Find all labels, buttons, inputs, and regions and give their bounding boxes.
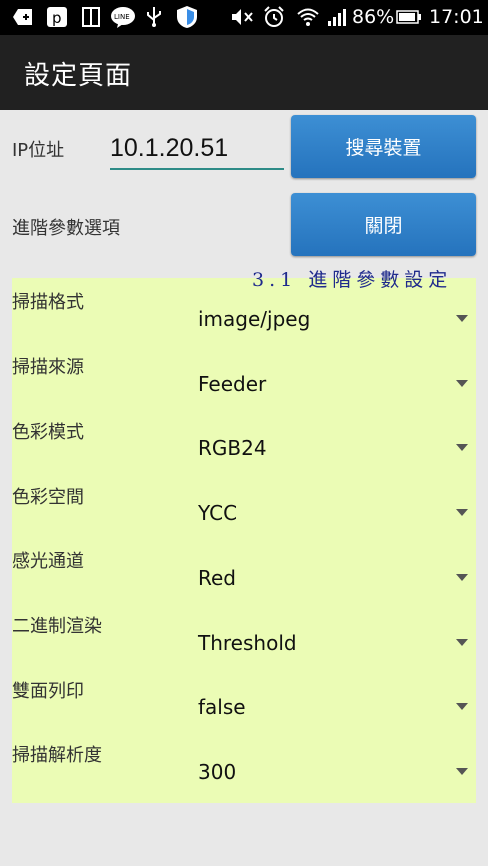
scan-source-select[interactable]: Feeder bbox=[198, 364, 476, 404]
select-value: Threshold bbox=[198, 631, 297, 655]
sensor-channel-select[interactable]: Red bbox=[198, 558, 476, 598]
select-value: Feeder bbox=[198, 372, 267, 396]
scan-format-select[interactable]: image/jpeg bbox=[198, 299, 476, 339]
battery-percent: 86% bbox=[352, 6, 395, 28]
add-icon bbox=[12, 6, 34, 28]
dropdown-arrow-icon bbox=[456, 444, 468, 451]
setting-label: 色彩空間 bbox=[12, 487, 84, 508]
setting-label: 掃描解析度 bbox=[12, 745, 102, 766]
setting-label: 雙面列印 bbox=[12, 681, 84, 702]
svg-text:p: p bbox=[52, 9, 62, 27]
shield-icon bbox=[175, 6, 199, 28]
status-bar: p LINE 86% 17:01 bbox=[0, 0, 488, 35]
tablet-icon bbox=[80, 6, 102, 28]
select-value: image/jpeg bbox=[198, 307, 311, 331]
dropdown-arrow-icon bbox=[456, 315, 468, 322]
setting-label: 感光通道 bbox=[12, 551, 84, 572]
select-value: 300 bbox=[198, 760, 237, 784]
duplex-select[interactable]: false bbox=[198, 687, 476, 727]
setting-label: 色彩模式 bbox=[12, 422, 84, 443]
dropdown-arrow-icon bbox=[456, 703, 468, 710]
select-value: Red bbox=[198, 566, 236, 590]
app-bar: 設定頁面 bbox=[0, 35, 488, 110]
alarm-icon bbox=[262, 6, 286, 28]
ip-label: IP位址 bbox=[12, 140, 65, 161]
select-value: RGB24 bbox=[198, 436, 267, 460]
binary-rendering-select[interactable]: Threshold bbox=[198, 623, 476, 663]
advanced-toggle-button[interactable]: 關閉 bbox=[291, 193, 476, 256]
svg-text:LINE: LINE bbox=[114, 13, 130, 21]
search-device-button[interactable]: 搜尋裝置 bbox=[291, 115, 476, 178]
setting-label: 掃描來源 bbox=[12, 357, 84, 378]
p-app-icon: p bbox=[46, 6, 68, 28]
advanced-options-label: 進階參數選項 bbox=[12, 218, 120, 239]
color-space-select[interactable]: YCC bbox=[198, 493, 476, 533]
select-value: YCC bbox=[198, 501, 238, 525]
page-title: 設定頁面 bbox=[24, 61, 133, 91]
mute-icon bbox=[230, 6, 254, 28]
scan-resolution-select[interactable]: 300 bbox=[198, 752, 476, 792]
wifi-icon bbox=[296, 6, 320, 28]
usb-icon bbox=[144, 6, 164, 28]
dropdown-arrow-icon bbox=[456, 509, 468, 516]
battery-icon bbox=[396, 6, 422, 28]
color-mode-select[interactable]: RGB24 bbox=[198, 428, 476, 468]
ip-address-input[interactable] bbox=[110, 128, 284, 170]
signal-icon bbox=[326, 6, 348, 28]
select-value: false bbox=[198, 695, 246, 719]
dropdown-arrow-icon bbox=[456, 639, 468, 646]
dropdown-arrow-icon bbox=[456, 768, 468, 775]
setting-label: 二進制渲染 bbox=[12, 616, 102, 637]
dropdown-arrow-icon bbox=[456, 574, 468, 581]
advanced-settings-panel: 掃描格式 image/jpeg 掃描來源 Feeder 色彩模式 RGB24 色… bbox=[12, 278, 476, 803]
section-annotation: 3.1 進階參數設定 bbox=[252, 269, 453, 291]
dropdown-arrow-icon bbox=[456, 380, 468, 387]
clock-time: 17:01 bbox=[429, 6, 484, 28]
line-icon: LINE bbox=[110, 6, 136, 28]
setting-label: 掃描格式 bbox=[12, 292, 84, 313]
